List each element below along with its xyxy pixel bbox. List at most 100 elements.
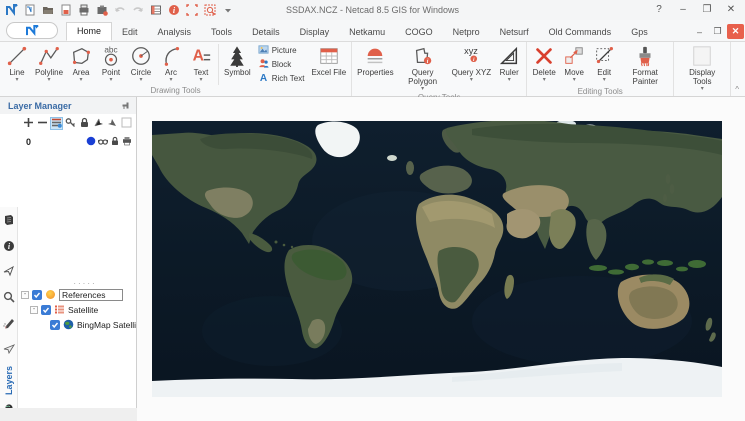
search-button[interactable] <box>1 289 17 310</box>
lock-button[interactable] <box>78 117 91 130</box>
arc-button[interactable]: Arc ▾ <box>156 43 186 84</box>
format-painter-button[interactable]: Format Painter <box>619 43 671 87</box>
send-button[interactable] <box>1 340 17 361</box>
area-button[interactable]: Area ▾ <box>66 43 96 84</box>
key-button[interactable] <box>64 117 77 130</box>
layer-tree: - References - Satellite BingMap Satellite I <box>18 287 136 332</box>
line-button[interactable]: Line ▾ <box>2 43 32 84</box>
symbol-button[interactable]: Symbol <box>221 43 254 78</box>
mdi-restore-button[interactable]: ❐ <box>709 24 726 39</box>
layers-panel-tab[interactable]: Layers <box>4 366 14 395</box>
tab-netsurf[interactable]: Netsurf <box>490 24 539 41</box>
visibility-checkbox[interactable] <box>50 319 60 330</box>
visibility-checkbox[interactable] <box>41 304 51 315</box>
new-file-icon[interactable] <box>22 3 38 18</box>
help-button[interactable]: ? <box>647 0 671 18</box>
dropdown-caret-icon[interactable]: ▾ <box>543 77 546 83</box>
print-icon[interactable] <box>76 3 92 18</box>
dropdown-caret-icon[interactable]: ▾ <box>80 77 83 83</box>
dropdown-caret-icon[interactable]: ▾ <box>701 86 704 92</box>
print-small-icon[interactable] <box>122 133 132 151</box>
redo-icon[interactable] <box>130 3 146 18</box>
save-project-icon[interactable] <box>94 3 110 18</box>
dropdown-caret-icon[interactable]: ▾ <box>140 77 143 83</box>
send-back-button[interactable] <box>106 117 119 130</box>
qat-menu-caret-icon[interactable] <box>220 3 236 18</box>
visible-dot-icon[interactable] <box>86 133 96 151</box>
dropdown-caret-icon[interactable]: ▾ <box>508 77 511 83</box>
tab-tools[interactable]: Tools <box>201 24 242 41</box>
notes-button[interactable] <box>1 212 17 233</box>
minimize-button[interactable]: – <box>671 0 695 18</box>
open-file-icon[interactable] <box>40 3 56 18</box>
point-button[interactable]: abc Point ▾ <box>96 43 126 84</box>
polyline-button[interactable]: Polyline ▾ <box>32 43 66 84</box>
delete-button[interactable]: Delete ▾ <box>529 43 559 84</box>
excel-file-button[interactable]: Excel File <box>308 43 349 78</box>
glasses-icon[interactable] <box>97 133 109 151</box>
rich-text-button[interactable]: A Rich Text <box>256 72 307 85</box>
visibility-checkbox[interactable] <box>32 289 42 300</box>
minus-button[interactable] <box>36 117 49 130</box>
pin-panel-icon[interactable] <box>122 97 130 115</box>
tab-netkamu[interactable]: Netkamu <box>339 24 395 41</box>
dropdown-caret-icon[interactable]: ▾ <box>170 77 173 83</box>
tab-analysis[interactable]: Analysis <box>148 24 202 41</box>
mdi-close-button[interactable]: ✕ <box>727 24 744 39</box>
info-circle-button[interactable]: i <box>1 238 17 259</box>
edit-button[interactable]: Edit ▾ <box>589 43 619 84</box>
tab-cogo[interactable]: COGO <box>395 24 443 41</box>
text-button[interactable]: A Text ▾ <box>186 43 216 84</box>
dropdown-caret-icon[interactable]: ▾ <box>603 77 606 83</box>
display-tools-button[interactable]: Display Tools ▾ <box>676 43 728 93</box>
tab-edit[interactable]: Edit <box>112 24 148 41</box>
tab-gps[interactable]: Gps <box>621 24 658 41</box>
tree-item-references[interactable]: - References <box>18 287 136 302</box>
close-button[interactable]: ✕ <box>719 0 743 18</box>
tab-home[interactable]: Home <box>66 22 113 41</box>
dropdown-caret-icon[interactable]: ▾ <box>573 77 576 83</box>
table-window-icon[interactable] <box>148 3 164 18</box>
restore-button[interactable]: ❐ <box>695 0 719 18</box>
save-file-icon[interactable] <box>58 3 74 18</box>
dropdown-caret-icon[interactable]: ▾ <box>48 77 51 83</box>
expander-icon[interactable]: - <box>30 305 38 314</box>
collapse-ribbon-button[interactable]: ^ <box>735 85 739 94</box>
dropdown-caret-icon[interactable]: ▾ <box>200 77 203 83</box>
query-xyz-button[interactable]: xyz i Query XYZ ▾ <box>449 43 495 84</box>
tab-netpro[interactable]: Netpro <box>443 24 490 41</box>
zoom-region-icon[interactable] <box>202 3 218 18</box>
tab-display[interactable]: Display <box>290 24 340 41</box>
layers-list-button[interactable] <box>50 117 63 130</box>
info-icon[interactable]: i <box>166 3 182 18</box>
map-canvas[interactable] <box>152 121 722 397</box>
block-button[interactable]: Block <box>256 58 307 71</box>
ruler-button[interactable]: Ruler ▾ <box>494 43 524 84</box>
query-polygon-button[interactable]: i Query Polygon ▾ <box>397 43 449 93</box>
mdi-minimize-button[interactable]: – <box>691 24 708 39</box>
dropdown-caret-icon[interactable]: ▾ <box>421 86 424 92</box>
picture-button[interactable]: Picture <box>256 44 307 57</box>
tree-item-satellite[interactable]: - Satellite <box>18 302 136 317</box>
dropdown-caret-icon[interactable]: ▾ <box>15 77 18 83</box>
bring-front-button[interactable] <box>92 117 105 130</box>
app-menu-button[interactable] <box>6 22 58 39</box>
pencil-button[interactable] <box>1 314 17 335</box>
lock-small-icon[interactable] <box>110 133 120 151</box>
tab-details[interactable]: Details <box>242 24 290 41</box>
select-region-icon[interactable] <box>184 3 200 18</box>
flyto-button[interactable] <box>1 263 17 284</box>
blank-box-button[interactable] <box>120 117 133 130</box>
tree-item-bingmap-satellite-i[interactable]: BingMap Satellite I <box>18 317 136 332</box>
circle-button[interactable]: Circle ▾ <box>126 43 156 84</box>
dropdown-caret-icon[interactable]: ▾ <box>470 77 473 83</box>
expander-icon[interactable]: - <box>21 290 29 299</box>
tab-old-commands[interactable]: Old Commands <box>539 24 622 41</box>
app-logo-icon[interactable] <box>4 3 20 18</box>
properties-button[interactable]: Properties <box>354 43 396 78</box>
undo-icon[interactable] <box>112 3 128 18</box>
dropdown-caret-icon[interactable]: ▾ <box>110 77 113 83</box>
layer-row[interactable]: 0 <box>0 132 136 152</box>
move-button[interactable]: Move ▾ <box>559 43 589 84</box>
plus-button[interactable] <box>22 117 35 130</box>
